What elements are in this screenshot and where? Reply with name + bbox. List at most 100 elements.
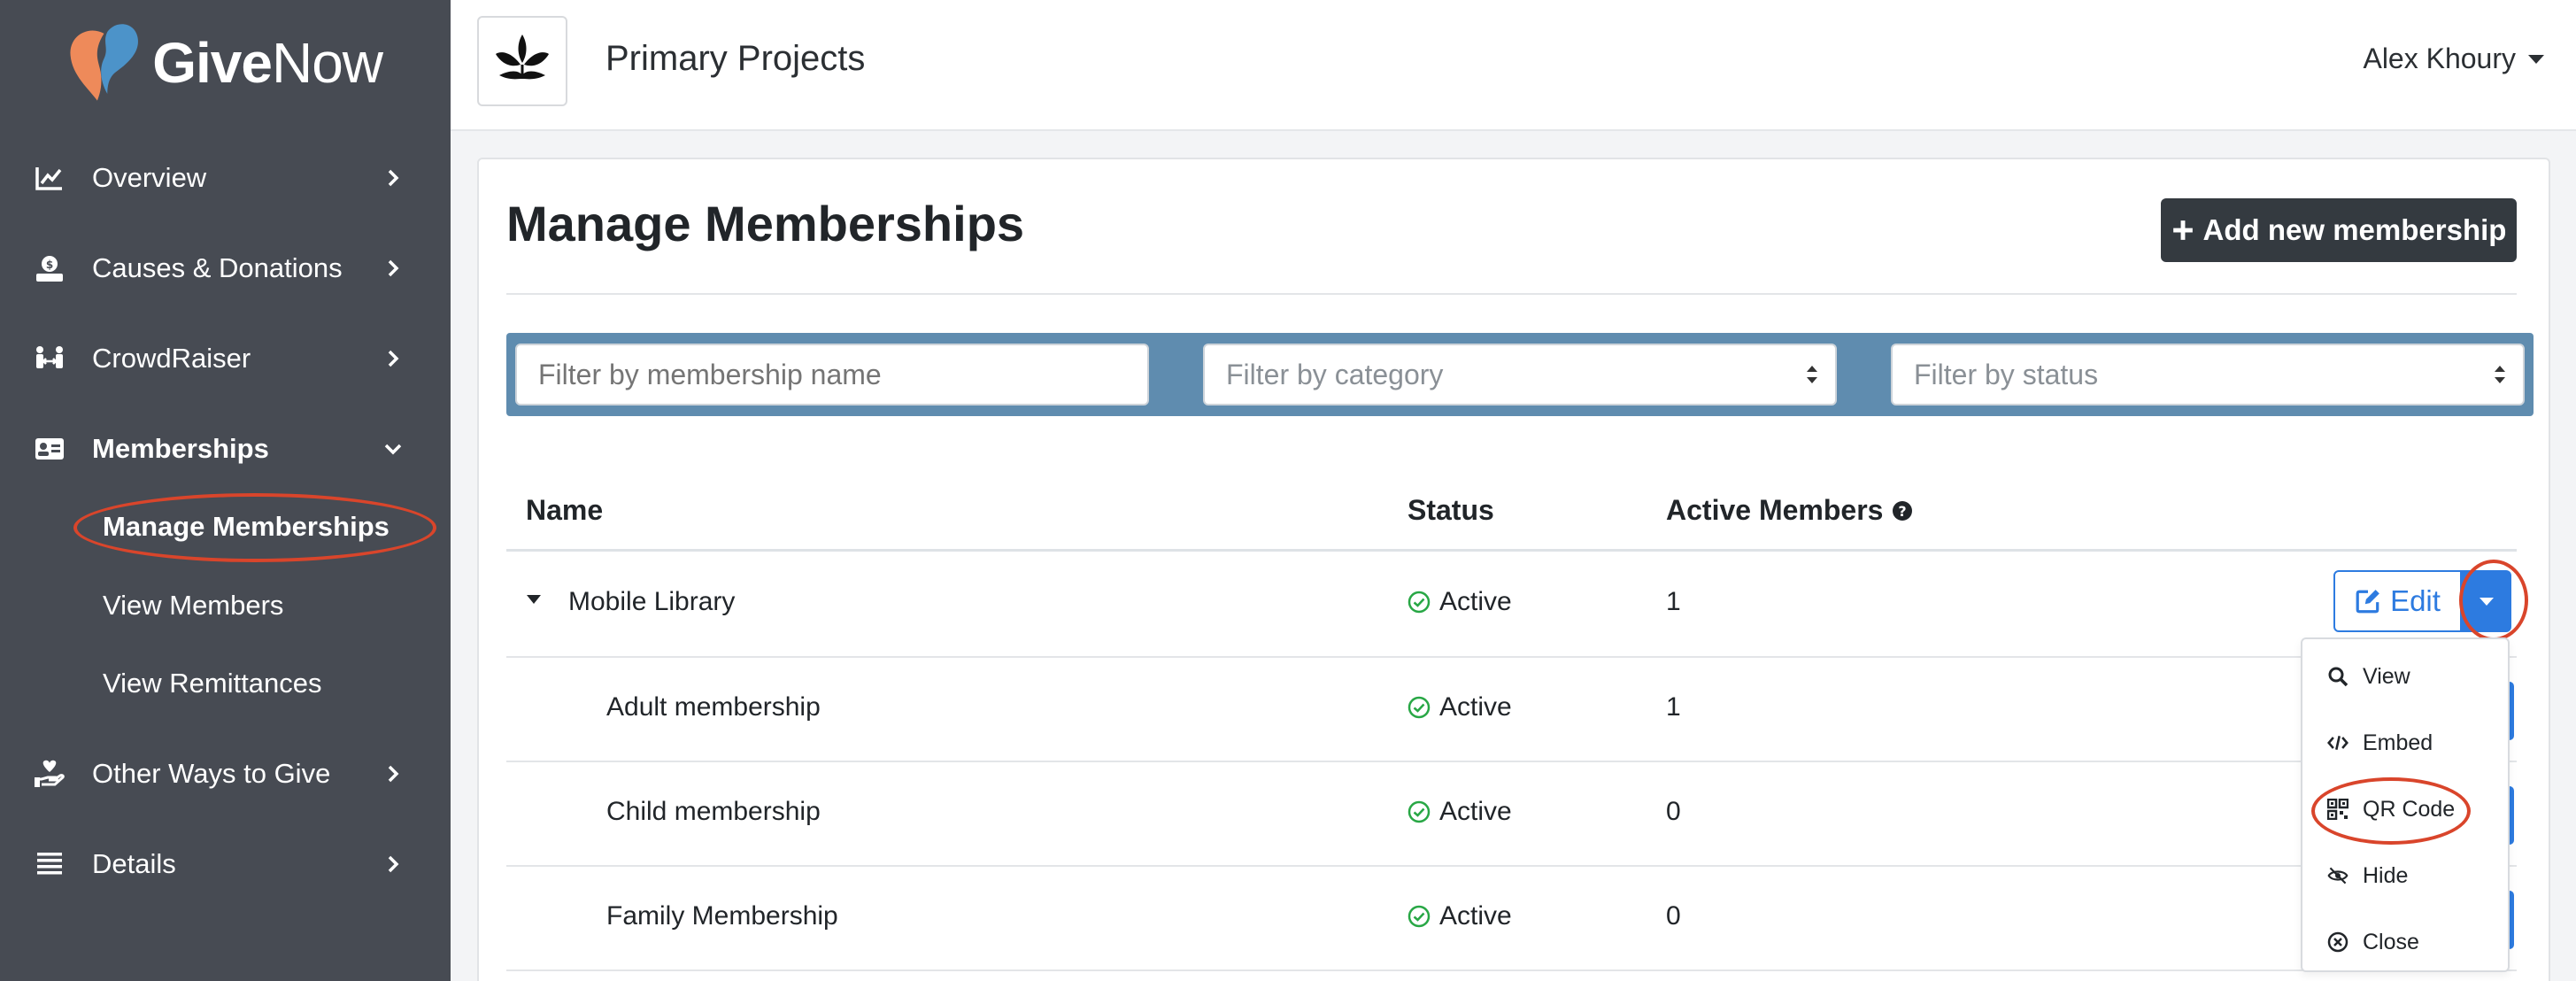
status-text: Active — [1439, 587, 1512, 616]
column-header-name[interactable]: Name — [526, 494, 603, 527]
filter-name-input[interactable] — [515, 344, 1149, 406]
add-membership-label: Add new membership — [2202, 213, 2507, 246]
menu-item-qr-code[interactable]: QR Code — [2327, 792, 2455, 827]
lotus-logo-icon — [496, 35, 549, 80]
sidebar-item-other-ways-to-give[interactable]: Other Ways to Give — [0, 738, 451, 809]
check-circle-icon — [1408, 800, 1431, 823]
menu-item-close[interactable]: Close — [2327, 924, 2419, 960]
status-text: Active — [1439, 692, 1512, 722]
donate-icon: $ — [36, 256, 63, 282]
active-members-count: 1 — [1666, 692, 1681, 722]
menu-item-label: View — [2363, 663, 2410, 689]
status-badge: Active — [1408, 797, 1512, 827]
status-text: Active — [1439, 797, 1512, 826]
sidebar-item-memberships[interactable]: Memberships — [0, 413, 451, 484]
row-divider — [506, 656, 2517, 658]
status-badge: Active — [1408, 587, 1512, 617]
list-icon — [37, 853, 62, 875]
svg-text:?: ? — [1899, 503, 1907, 520]
top-bar: Primary Projects Alex Khoury — [451, 0, 2576, 131]
row-divider — [506, 865, 2517, 867]
code-icon — [2327, 736, 2348, 750]
eye-slash-icon — [2327, 867, 2348, 884]
user-menu[interactable]: Alex Khoury — [2363, 42, 2544, 75]
column-header-label: Active Members — [1666, 494, 1884, 526]
table-row-name[interactable]: Child membership — [606, 797, 821, 827]
menu-item-embed[interactable]: Embed — [2327, 725, 2433, 761]
select-arrows-icon — [1807, 366, 1817, 383]
chevron-right-icon — [388, 765, 399, 783]
table-row-name[interactable]: Mobile Library — [568, 587, 735, 617]
givenow-logo[interactable]: GiveNow — [64, 14, 383, 112]
check-circle-icon — [1408, 591, 1431, 614]
sidebar-item-causes-donations[interactable]: $ Causes & Donations — [0, 233, 451, 304]
sidebar-item-label: CrowdRaiser — [92, 343, 251, 374]
header-divider — [506, 549, 2517, 552]
hand-heart-icon — [35, 760, 65, 787]
active-members-count: 0 — [1666, 797, 1681, 826]
check-circle-icon — [1408, 905, 1431, 928]
column-header-status[interactable]: Status — [1408, 494, 1494, 527]
chevron-right-icon — [388, 855, 399, 873]
sidebar-item-crowdraiser[interactable]: CrowdRaiser — [0, 323, 451, 394]
check-circle-icon — [1408, 696, 1431, 719]
filter-category-select[interactable]: Filter by category — [1203, 344, 1837, 406]
sidebar-subitem-view-members[interactable]: View Members — [103, 579, 283, 632]
filter-bar: Filter by category Filter by status — [506, 333, 2534, 416]
chevron-right-icon — [388, 259, 399, 277]
search-icon — [2328, 667, 2348, 687]
filter-status-select[interactable]: Filter by status — [1891, 344, 2525, 406]
chevron-right-icon — [388, 350, 399, 367]
sidebar-subitem-view-remittances[interactable]: View Remittances — [103, 657, 322, 710]
id-card-icon — [35, 438, 64, 460]
chevron-down-icon — [384, 444, 402, 455]
org-name: Primary Projects — [605, 39, 866, 78]
user-name: Alex Khoury — [2363, 42, 2516, 74]
row-divider — [506, 761, 2517, 762]
people-arrows-icon — [36, 346, 63, 368]
sidebar-subitem-manage-memberships[interactable]: Manage Memberships — [103, 500, 389, 553]
edit-button[interactable]: Edit — [2333, 570, 2462, 632]
sidebar-item-label: Other Ways to Give — [92, 758, 331, 789]
caret-down-icon — [2480, 597, 2494, 606]
sidebar-item-label: Memberships — [92, 433, 269, 464]
menu-item-view[interactable]: View — [2327, 659, 2410, 694]
dropdown-toggle-button[interactable] — [2462, 570, 2511, 632]
column-header-active-members[interactable]: Active Members ? — [1666, 494, 1913, 527]
menu-item-label: Close — [2363, 929, 2419, 954]
sidebar-item-label: Causes & Donations — [92, 252, 343, 283]
add-membership-button[interactable]: Add new membership — [2161, 198, 2517, 262]
chevron-right-icon — [388, 169, 399, 187]
status-badge: Active — [1408, 901, 1512, 931]
svg-text:$: $ — [46, 259, 53, 271]
org-logo[interactable] — [477, 16, 567, 106]
edit-icon — [2356, 590, 2379, 614]
select-arrows-icon — [2495, 366, 2505, 383]
menu-item-label: Embed — [2363, 730, 2433, 755]
logo-wordmark: GiveNow — [152, 31, 383, 95]
plus-icon — [2172, 220, 2193, 240]
caret-down-icon[interactable] — [526, 593, 542, 606]
sidebar-item-overview[interactable]: Overview — [0, 143, 451, 213]
table-row-name[interactable]: Family Membership — [606, 901, 838, 931]
active-members-count: 1 — [1666, 587, 1681, 616]
question-circle-icon[interactable]: ? — [1892, 500, 1913, 521]
menu-item-label: QR Code — [2363, 796, 2456, 822]
close-circle-icon — [2327, 931, 2348, 953]
filter-category-label: Filter by category — [1226, 358, 1444, 390]
sidebar: GiveNow Overview $ Causes & Donations Cr… — [0, 0, 451, 981]
table-row-name[interactable]: Adult membership — [606, 692, 821, 722]
menu-item-hide[interactable]: Hide — [2327, 858, 2408, 893]
sidebar-item-label: Details — [92, 848, 176, 879]
sidebar-item-details[interactable]: Details — [0, 829, 451, 900]
sidebar-item-label: Overview — [92, 162, 207, 193]
menu-item-label: Hide — [2363, 862, 2409, 888]
heart-logo-icon — [70, 24, 138, 101]
status-text: Active — [1439, 901, 1512, 931]
row-divider — [506, 969, 2517, 971]
main-card: Manage Memberships Add new membership Fi… — [477, 158, 2550, 981]
active-members-count: 0 — [1666, 901, 1681, 931]
filter-status-label: Filter by status — [1914, 358, 2099, 390]
divider — [506, 293, 2517, 295]
qrcode-icon — [2327, 799, 2348, 820]
